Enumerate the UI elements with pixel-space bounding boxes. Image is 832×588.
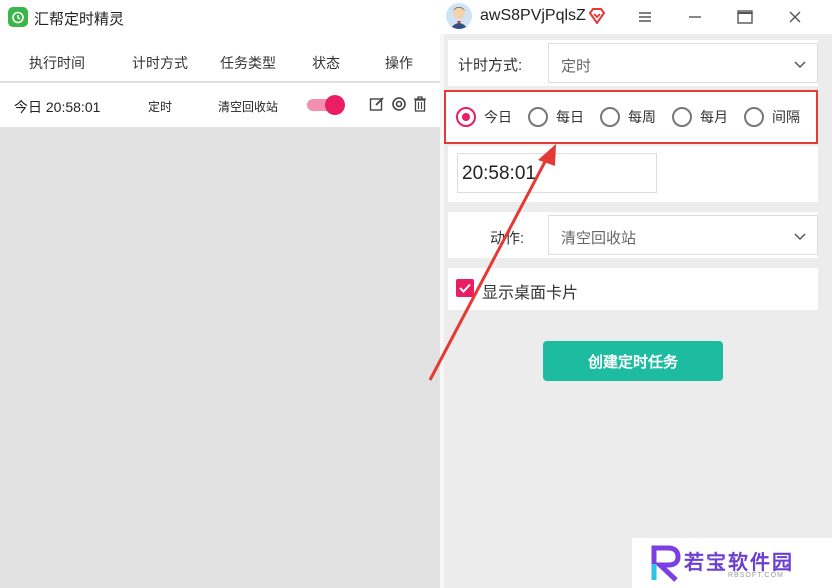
timing-row: 计时方式: 定时 <box>448 40 818 86</box>
timing-select[interactable]: 定时 <box>548 43 818 83</box>
settings-icon[interactable] <box>391 96 407 112</box>
action-row: 动作: 清空回收站 <box>448 212 818 258</box>
timing-label: 计时方式: <box>458 57 523 74</box>
header-task-type: 任务类型 <box>220 55 276 71</box>
app-title: 汇帮定时精灵 <box>34 11 125 28</box>
task-status-toggle[interactable] <box>307 95 345 115</box>
trash-icon[interactable] <box>413 96 429 112</box>
task-table-header: 执行时间 计时方式 任务类型 状态 操作 <box>0 40 440 82</box>
action-label: 动作: <box>490 230 525 247</box>
header-actions: 操作 <box>385 55 413 71</box>
show-card-checkbox[interactable] <box>456 279 474 297</box>
watermark-logo: 若宝软件园 RBSOFT.COM <box>632 538 832 588</box>
radio-daily[interactable]: 每日 <box>528 107 584 127</box>
radio-today[interactable]: 今日 <box>456 107 512 127</box>
radio-monthly[interactable]: 每月 <box>672 107 728 127</box>
vip-diamond-icon[interactable] <box>588 8 606 25</box>
task-list-panel: 执行时间 计时方式 任务类型 状态 操作 今日 20:58:01 定时 清空回收… <box>0 40 440 588</box>
header-timing-mode: 计时方式 <box>132 55 188 71</box>
action-select[interactable]: 清空回收站 <box>548 215 818 255</box>
minimize-icon[interactable] <box>680 4 710 30</box>
title-bar: 汇帮定时精灵 awS8PVjPqlsZ <box>0 0 832 34</box>
close-icon[interactable] <box>780 4 810 30</box>
table-row[interactable]: 今日 20:58:01 定时 清空回收站 <box>0 83 440 127</box>
radio-interval[interactable]: 间隔 <box>744 107 800 127</box>
user-avatar[interactable] <box>446 3 472 29</box>
alarm-clock-icon <box>8 7 28 27</box>
task-exec-time: 今日 20:58:01 <box>14 99 101 115</box>
chevron-down-icon <box>794 61 806 69</box>
show-card-label[interactable]: 显示桌面卡片 <box>482 279 578 303</box>
repeat-radio-group: 今日 每日 每周 每月 间隔 <box>444 90 818 144</box>
menu-icon[interactable] <box>630 4 660 30</box>
maximize-icon[interactable] <box>730 4 760 30</box>
header-status: 状态 <box>312 55 340 71</box>
watermark-text: 若宝软件园 <box>684 552 794 574</box>
chevron-down-icon <box>794 233 806 241</box>
timing-select-value: 定时 <box>561 58 592 75</box>
time-input[interactable]: 20:58:01 <box>457 153 657 193</box>
action-select-value: 清空回收站 <box>561 230 637 247</box>
username[interactable]: awS8PVjPqlsZ <box>480 7 586 25</box>
create-task-button[interactable]: 创建定时任务 <box>543 341 723 381</box>
time-input-value: 20:58:01 <box>462 163 536 184</box>
watermark-subtext: RBSOFT.COM <box>728 572 784 579</box>
task-type: 清空回收站 <box>218 100 279 114</box>
radio-weekly[interactable]: 每周 <box>600 107 656 127</box>
header-exec-time: 执行时间 <box>29 55 85 71</box>
task-timing-mode: 定时 <box>148 100 173 114</box>
edit-icon[interactable] <box>369 96 385 112</box>
